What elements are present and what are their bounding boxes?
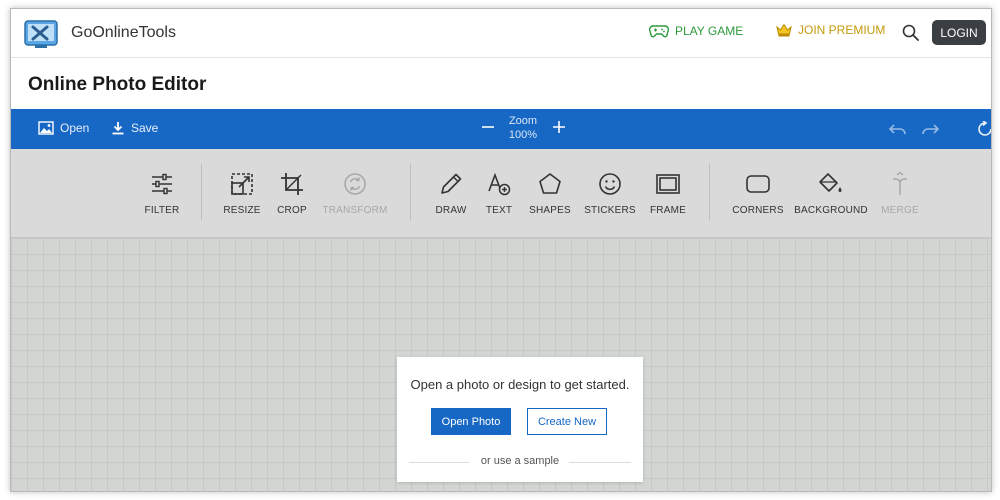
- zoom-indicator: Zoom 100%: [503, 114, 543, 142]
- tool-filter[interactable]: FILTER: [137, 149, 187, 237]
- get-started-panel: Open a photo or design to get started. O…: [397, 357, 643, 482]
- tool-corners[interactable]: CORNERS: [730, 149, 786, 237]
- tool-shapes[interactable]: SHAPES: [526, 149, 574, 237]
- resize-icon: [231, 173, 253, 195]
- open-label: Open: [60, 121, 90, 135]
- tool-divider: [201, 164, 202, 220]
- tool-label: DRAW: [435, 205, 467, 216]
- use-sample-link[interactable]: or use a sample: [397, 455, 643, 467]
- pentagon-icon: [539, 173, 561, 194]
- tool-divider: [709, 164, 710, 220]
- tool-label: FILTER: [144, 205, 180, 216]
- tool-label: CROP: [277, 205, 307, 216]
- tool-crop[interactable]: CROP: [269, 149, 315, 237]
- play-game-label: PLAY GAME: [675, 24, 744, 38]
- text-icon: [488, 172, 511, 196]
- crop-icon: [281, 173, 303, 195]
- paint-bucket-icon: [819, 173, 842, 192]
- tool-transform[interactable]: TRANSFORM: [322, 149, 388, 237]
- rounded-rect-icon: [746, 175, 770, 193]
- tool-stickers[interactable]: STICKERS: [582, 149, 638, 237]
- editor-toolbar: Open Save Zoom 100%: [11, 109, 991, 149]
- tool-label: FRAME: [650, 205, 686, 216]
- smiley-icon: [599, 173, 621, 195]
- tool-text[interactable]: TEXT: [477, 149, 521, 237]
- transform-icon: [344, 173, 366, 195]
- open-button[interactable]: Open: [38, 121, 89, 135]
- open-photo-button[interactable]: Open Photo: [431, 408, 511, 435]
- join-premium-link[interactable]: JOIN PREMIUM: [776, 23, 885, 37]
- zoom-value: 100%: [508, 129, 538, 141]
- tool-label: SHAPES: [529, 205, 571, 216]
- create-new-button[interactable]: Create New: [527, 408, 607, 435]
- page-title: Online Photo Editor: [28, 74, 207, 95]
- image-icon: [38, 121, 54, 135]
- divider-line: [569, 462, 631, 463]
- tool-label: TRANSFORM: [322, 205, 388, 216]
- site-header: GoOnlineTools PLAY GAME JOIN PREMIUM LOG…: [11, 9, 991, 58]
- download-icon: [112, 122, 124, 135]
- tools-panel: FILTER RESIZE CROP TRANSFORM DRAW TEXT S…: [11, 149, 991, 238]
- tool-resize[interactable]: RESIZE: [217, 149, 267, 237]
- crown-icon: [776, 23, 792, 37]
- brand-name[interactable]: GoOnlineTools: [71, 24, 176, 42]
- frame-icon: [656, 174, 680, 194]
- tool-divider: [410, 164, 411, 220]
- gamepad-icon: [649, 25, 669, 38]
- tool-merge[interactable]: MERGE: [875, 149, 925, 237]
- login-button[interactable]: LOGIN: [932, 20, 986, 45]
- tool-label: CORNERS: [732, 205, 784, 216]
- zoom-in-icon[interactable]: [551, 119, 567, 135]
- save-label: Save: [131, 121, 159, 135]
- tool-label: MERGE: [881, 205, 919, 216]
- tool-label: BACKGROUND: [794, 205, 868, 216]
- get-started-message: Open a photo or design to get started.: [410, 377, 630, 392]
- search-icon[interactable]: [901, 23, 921, 43]
- tool-label: TEXT: [485, 205, 513, 216]
- tool-background[interactable]: BACKGROUND: [794, 149, 868, 237]
- tool-label: STICKERS: [584, 205, 636, 216]
- pencil-icon: [441, 173, 462, 194]
- tool-draw[interactable]: DRAW: [428, 149, 474, 237]
- redo-icon[interactable]: [920, 121, 940, 137]
- sliders-icon: [152, 173, 172, 195]
- tool-frame[interactable]: FRAME: [645, 149, 691, 237]
- undo-icon[interactable]: [888, 121, 908, 137]
- play-game-link[interactable]: PLAY GAME: [649, 24, 743, 38]
- zoom-label: Zoom: [508, 115, 538, 127]
- zoom-out-icon[interactable]: [480, 119, 496, 135]
- save-button[interactable]: Save: [111, 121, 158, 135]
- logo-icon[interactable]: [23, 15, 59, 51]
- tool-label: RESIZE: [223, 205, 261, 216]
- join-premium-label: JOIN PREMIUM: [798, 23, 886, 37]
- merge-icon: [892, 171, 908, 195]
- reset-icon[interactable]: [977, 121, 992, 137]
